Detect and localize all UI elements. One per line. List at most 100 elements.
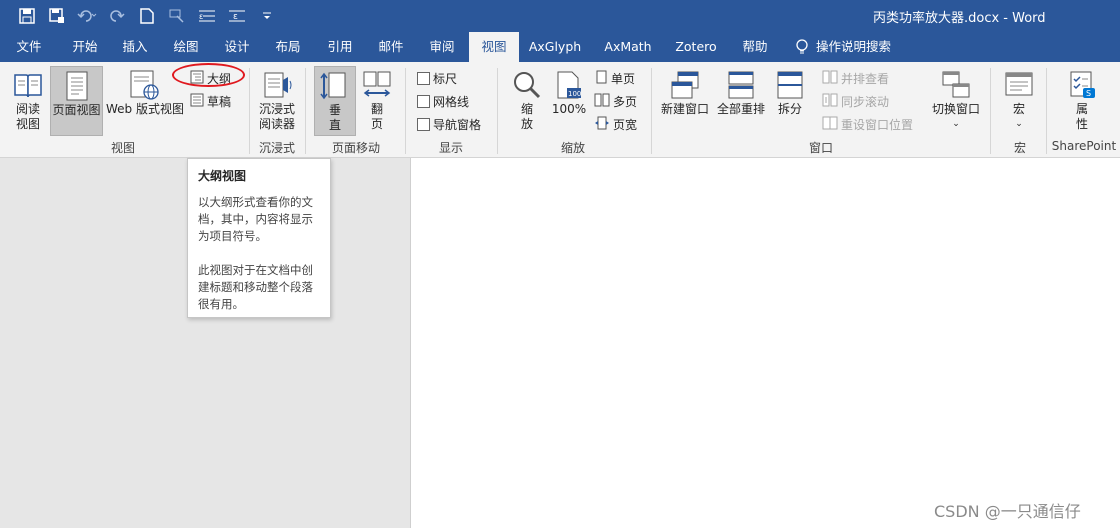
group-label-sharepoint: SharePoint — [1051, 139, 1117, 153]
new-window-label: 新建窗口 — [660, 102, 709, 116]
vertical-button[interactable]: 垂 直 — [314, 66, 356, 136]
multiple-pages-icon — [594, 93, 610, 110]
page-width-label: 页宽 — [613, 117, 638, 132]
zoom-label-1: 缩 — [520, 102, 533, 116]
side-to-side-label-2: 页 — [370, 117, 383, 131]
side-to-side-icon — [362, 68, 392, 102]
book-icon — [13, 68, 43, 102]
document-page[interactable] — [410, 158, 1120, 528]
group-label-views: 视图 — [110, 141, 135, 155]
read-mode-label-1: 阅读 — [15, 102, 40, 116]
vertical-label-2: 直 — [328, 118, 341, 132]
page-width-icon — [594, 116, 610, 133]
side-by-side-label: 并排查看 — [841, 71, 890, 86]
properties-button[interactable]: S 属 性 — [1060, 66, 1104, 136]
immersive-reader-button[interactable]: 沉浸式 阅读器 — [255, 66, 299, 136]
zoom-button[interactable]: 缩 放 — [508, 66, 546, 136]
nav-pane-checkbox[interactable]: 导航窗格 — [417, 114, 481, 134]
draft-icon — [190, 93, 204, 110]
tell-me-search[interactable]: 操作说明搜索 — [816, 32, 906, 62]
macros-button[interactable]: 宏 ⌄ — [999, 66, 1039, 136]
svg-text:ε: ε — [233, 12, 238, 22]
switch-windows-icon — [941, 68, 971, 102]
arrange-all-label: 全部重排 — [716, 102, 765, 116]
read-mode-button[interactable]: 阅读 视图 — [8, 66, 48, 136]
tab-view[interactable]: 视图 — [469, 32, 519, 62]
tooltip-body-1: 以大纲形式查看你的文档，其中，内容将显示为项目符号。 — [198, 195, 313, 243]
chevron-down-icon: ⌄ — [1015, 119, 1023, 129]
svg-text:S: S — [1086, 89, 1091, 98]
new-window-button[interactable]: 新建窗口 — [658, 66, 712, 136]
draft-button[interactable]: 草稿 — [190, 91, 231, 111]
tooltip-title: 大纲视图 — [198, 169, 247, 183]
web-layout-label: Web 版式视图 — [106, 102, 184, 116]
ruler-checkbox[interactable]: 标尺 — [417, 68, 457, 88]
switch-windows-button[interactable]: 切换窗口 ⌄ — [930, 66, 982, 136]
one-page-button[interactable]: 单页 — [594, 68, 635, 88]
sync-scroll-label: 同步滚动 — [841, 94, 890, 109]
tab-review[interactable]: 审阅 — [417, 32, 467, 62]
sync-scroll-button[interactable]: 同步滚动 — [822, 91, 889, 111]
save-as-icon[interactable] — [44, 6, 70, 26]
customize-icon[interactable] — [254, 6, 280, 26]
macros-label: 宏 — [1012, 102, 1025, 116]
vertical-label-1: 垂 — [328, 103, 341, 117]
tab-axglyph[interactable]: AxGlyph — [523, 32, 587, 62]
web-page-icon — [129, 68, 161, 102]
undo-icon[interactable] — [74, 6, 100, 26]
reset-window-label: 重设窗口位置 — [841, 117, 914, 132]
reset-window-position-button[interactable]: 重设窗口位置 — [822, 114, 913, 134]
touch-mode-icon[interactable] — [164, 6, 190, 26]
side-to-side-button[interactable]: 翻 页 — [358, 66, 396, 136]
split-button[interactable]: 拆分 — [772, 66, 808, 136]
new-doc-icon[interactable] — [134, 6, 160, 26]
tab-layout[interactable]: 布局 — [263, 32, 313, 62]
watermark: CSDN @一只通信仔 — [934, 502, 1081, 521]
group-label-zoom: 缩放 — [560, 141, 585, 155]
page-width-button[interactable]: 页宽 — [594, 114, 637, 134]
immersive-reader-label-2: 阅读器 — [258, 117, 295, 131]
zoom-100-icon: 100 — [555, 68, 583, 102]
redo-icon[interactable] — [104, 6, 130, 26]
arrange-all-button[interactable]: 全部重排 — [714, 66, 768, 136]
arrange-all-icon — [727, 68, 755, 102]
draft-label: 草稿 — [207, 94, 232, 109]
nav-pane-label: 导航窗格 — [433, 117, 482, 132]
divider — [1046, 68, 1047, 154]
one-page-label: 单页 — [611, 71, 636, 86]
page-icon — [65, 69, 89, 103]
format2-icon[interactable]: ε — [224, 6, 250, 26]
zoom-label-2: 放 — [520, 117, 533, 131]
tab-file[interactable]: 文件 — [4, 32, 54, 62]
tab-axmath[interactable]: AxMath — [596, 32, 660, 62]
gridlines-checkbox[interactable]: 网格线 — [417, 91, 469, 111]
tab-references[interactable]: 引用 — [315, 32, 365, 62]
tab-home[interactable]: 开始 — [60, 32, 110, 62]
divider — [249, 68, 250, 154]
tab-zotero[interactable]: Zotero — [668, 32, 724, 62]
ribbon-view: 阅读 视图 页面视图 Web 版式视图 大纲 草稿 视图 沉浸式 阅读器 沉浸式 — [0, 62, 1120, 158]
checkbox-unchecked-icon — [417, 71, 430, 85]
format-icon[interactable]: ε — [194, 6, 220, 26]
multiple-pages-button[interactable]: 多页 — [594, 91, 637, 111]
tab-insert[interactable]: 插入 — [110, 32, 160, 62]
print-layout-button[interactable]: 页面视图 — [50, 66, 103, 136]
tab-mailings[interactable]: 邮件 — [366, 32, 416, 62]
view-side-by-side-button[interactable]: 并排查看 — [822, 68, 889, 88]
new-window-icon — [670, 68, 700, 102]
ruler-label: 标尺 — [433, 71, 458, 86]
tab-draw[interactable]: 绘图 — [161, 32, 211, 62]
tab-help[interactable]: 帮助 — [730, 32, 780, 62]
immersive-reader-label-1: 沉浸式 — [258, 102, 295, 116]
checkbox-unchecked-icon — [417, 94, 430, 108]
save-icon[interactable] — [14, 6, 40, 26]
group-label-macros: 宏 — [1013, 141, 1026, 155]
document-title: 丙类功率放大器.docx - Word — [873, 11, 1046, 26]
tab-design[interactable]: 设计 — [212, 32, 262, 62]
side-by-side-icon — [822, 70, 838, 87]
vertical-scroll-icon — [320, 69, 350, 103]
divider — [651, 68, 652, 154]
immersive-reader-icon — [261, 68, 293, 102]
divider — [990, 68, 991, 154]
zoom-100-button[interactable]: 100 100% — [550, 66, 588, 136]
